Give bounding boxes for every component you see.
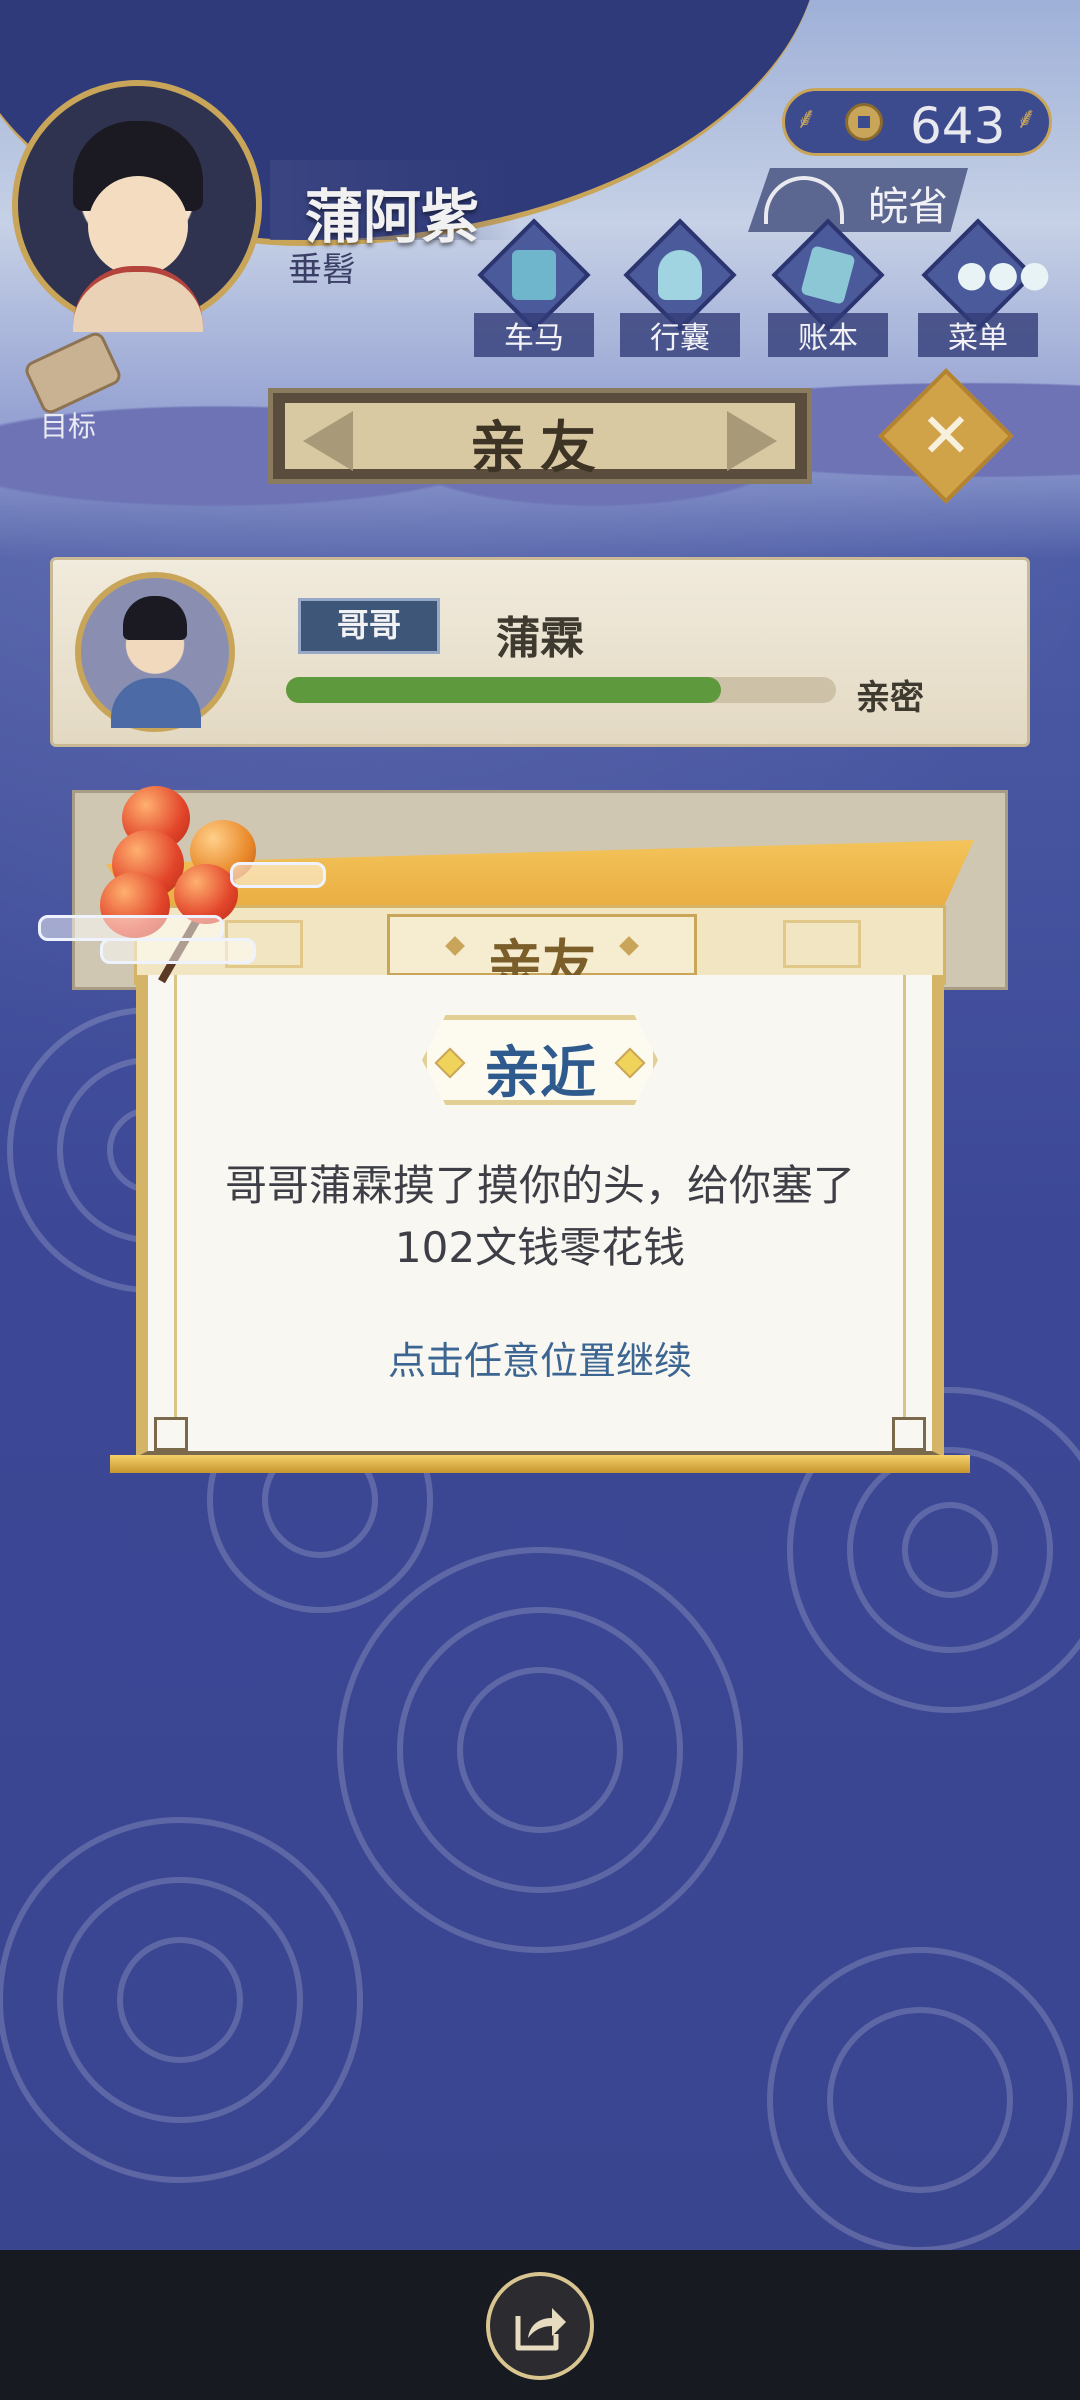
nav-carriage-button[interactable]: 车马 <box>474 218 594 357</box>
nav-bag-button[interactable]: 行囊 <box>620 218 740 357</box>
goal-button[interactable]: 目标 <box>20 329 130 445</box>
player-avatar[interactable] <box>12 80 262 332</box>
nav-label: 车马 <box>474 313 594 357</box>
more-icon: ●●● <box>956 250 1050 300</box>
event-text: 哥哥蒲霖摸了摸你的头，给你塞了102文钱零花钱 <box>224 1161 855 1272</box>
lamp-icon <box>764 176 844 224</box>
event-badge: 亲近 <box>422 1015 658 1105</box>
affinity-label: 亲密 <box>856 678 924 718</box>
corner-ornament <box>154 1417 188 1451</box>
section-header: 亲友 <box>268 388 812 484</box>
corner-ornament <box>892 1417 926 1451</box>
avatar-robe <box>73 266 203 332</box>
avatar-robe <box>111 678 201 728</box>
bamboo-icon: ⸙ <box>795 101 818 136</box>
bag-icon <box>658 250 702 300</box>
bamboo-icon: ⸙ <box>1015 101 1038 136</box>
nav-label: 行囊 <box>620 313 740 357</box>
nav-label: 菜单 <box>918 313 1038 357</box>
nav-ledger-button[interactable]: 账本 <box>768 218 888 357</box>
currency-value: 643 <box>910 97 1006 155</box>
share-icon <box>515 2308 566 2351</box>
goal-label: 目标 <box>40 410 97 443</box>
affinity-bar <box>286 677 836 703</box>
close-icon: ✕ <box>920 399 972 472</box>
coin-icon <box>845 103 883 141</box>
share-button[interactable] <box>486 2272 594 2380</box>
avatar-hair <box>123 596 187 640</box>
relation-badge: 哥哥 <box>298 598 440 654</box>
location-label: 皖省 <box>868 184 948 230</box>
currency-display: ⸙ 643 ⸙ <box>782 88 1052 156</box>
carriage-icon <box>512 250 556 300</box>
nav-label: 账本 <box>768 313 888 357</box>
cloud-puff <box>100 938 256 964</box>
avatar-face <box>88 176 188 276</box>
section-title: 亲友 <box>470 416 610 481</box>
nav-menu-button[interactable]: ●●● 菜单 <box>918 218 1050 357</box>
relative-avatar <box>75 572 235 732</box>
location-button[interactable]: 皖省 <box>748 168 968 232</box>
affinity-fill <box>286 677 721 703</box>
player-title: 垂髫 <box>288 250 356 290</box>
relative-name: 蒲霖 <box>496 613 584 664</box>
dialog-base <box>110 1455 970 1473</box>
cloud-puff <box>230 862 326 888</box>
dialog-header-tab: 亲友 <box>387 914 697 997</box>
header-ornament <box>783 920 861 968</box>
continue-hint[interactable]: 点击任意位置继续 <box>190 1330 890 1385</box>
relative-card[interactable]: 哥哥 蒲霖 亲密 <box>50 557 1030 747</box>
